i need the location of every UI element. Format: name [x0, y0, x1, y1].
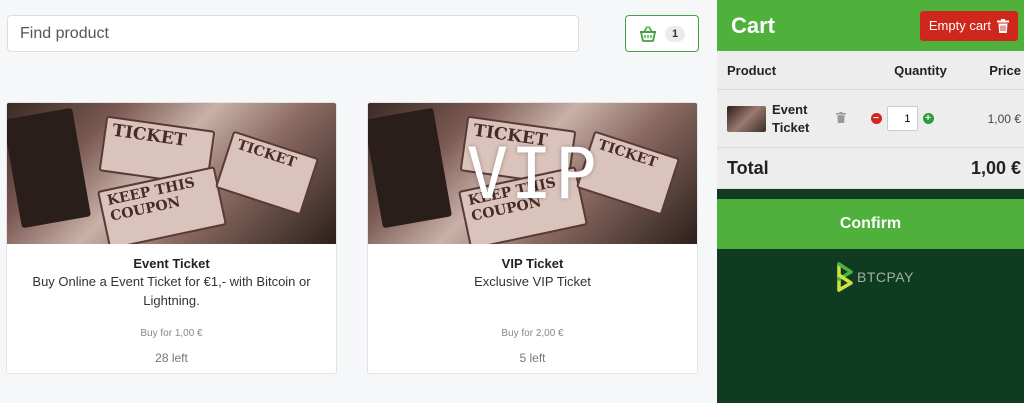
- product-stock: 5 left: [519, 351, 546, 365]
- product-title: VIP Ticket: [501, 256, 564, 271]
- quantity-stepper: − +: [856, 106, 948, 131]
- confirm-button[interactable]: Confirm: [717, 199, 1024, 249]
- cart-title: Cart: [731, 12, 776, 38]
- ticket-graphic: [7, 107, 92, 229]
- trash-icon: [836, 111, 846, 123]
- search-input[interactable]: [7, 15, 579, 52]
- cart-item-price: 1,00 €: [987, 111, 1021, 126]
- brand-name: BTCPAY: [857, 269, 914, 285]
- empty-cart-button[interactable]: Empty cart: [919, 10, 1018, 41]
- increase-quantity-icon[interactable]: +: [922, 113, 934, 124]
- cart-item-name: Event Ticket: [772, 101, 810, 135]
- cart-header: Cart Empty cart: [717, 0, 1024, 51]
- total-label: Total: [727, 157, 769, 178]
- total-value: 1,00 €: [970, 157, 1021, 178]
- cart-item-thumbnail: [727, 105, 766, 132]
- cart-table-header: Product Quantity Price: [717, 51, 1024, 90]
- product-area: 1 TICKET KEEP THIS COUPON TICKET Event T…: [0, 0, 717, 403]
- product-description: Buy Online a Event Ticket for €1,- with …: [32, 274, 311, 308]
- cart-button[interactable]: 1: [625, 15, 699, 52]
- column-header-product: Product: [727, 62, 777, 78]
- cart-count-badge: 1: [664, 25, 686, 42]
- ticket-graphic: KEEP THIS COUPON: [97, 166, 227, 244]
- btcpay-logo: BTCPAY: [837, 262, 914, 292]
- remove-item-button[interactable]: [826, 110, 856, 128]
- basket-icon: [639, 25, 656, 42]
- quantity-input[interactable]: [886, 106, 918, 131]
- cart-table: Product Quantity Price Event Ticket − + …: [717, 51, 1024, 189]
- empty-cart-label: Empty cart: [928, 18, 991, 33]
- product-card-event-ticket[interactable]: TICKET KEEP THIS COUPON TICKET Event Tic…: [6, 102, 337, 374]
- product-image: TICKET KEEP THIS COUPON TICKET: [7, 103, 336, 244]
- product-buy-label[interactable]: Buy for 1,00 €: [7, 328, 336, 339]
- cart-item-row: Event Ticket − + 1,00 €: [717, 90, 1024, 148]
- cart-sidebar: Cart Empty cart Product Quantity Price E…: [717, 0, 1024, 403]
- product-stock: 28 left: [155, 351, 188, 365]
- cart-total-row: Total 1,00 €: [717, 148, 1024, 189]
- column-header-quantity: Quantity: [894, 62, 947, 78]
- product-card-vip-ticket[interactable]: TICKET KEEP THIS COUPON TICKET VIP VIP T…: [367, 102, 698, 374]
- vip-overlay-text: VIP: [466, 132, 599, 215]
- product-description: Exclusive VIP Ticket: [474, 274, 591, 289]
- product-buy-label[interactable]: Buy for 2,00 €: [368, 328, 697, 339]
- decrease-quantity-icon[interactable]: −: [870, 113, 882, 124]
- product-image: TICKET KEEP THIS COUPON TICKET VIP: [368, 103, 697, 244]
- btcpay-logo-icon: [837, 262, 853, 292]
- column-header-price: Price: [989, 62, 1021, 78]
- ticket-graphic: TICKET: [214, 130, 320, 216]
- trash-icon: [997, 18, 1009, 33]
- product-title: Event Ticket: [133, 256, 210, 271]
